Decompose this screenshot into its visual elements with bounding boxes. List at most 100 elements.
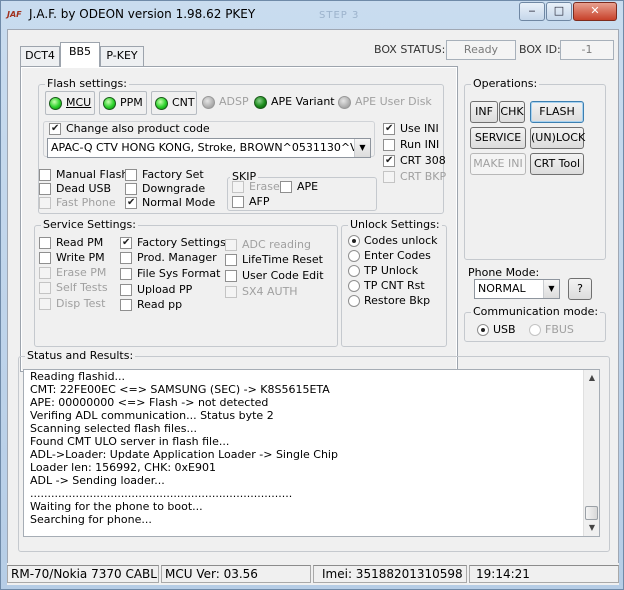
ape-variant-toggle[interactable]: APE Variant [251,91,335,115]
crt-308-checkbox[interactable]: CRT 308 [383,154,446,168]
cnt-toggle[interactable]: CNT [151,91,197,115]
tp-unlock-radio[interactable]: TP Unlock [348,264,418,278]
ppm-toggle[interactable]: PPM [99,91,147,115]
tab-dct4[interactable]: DCT4 [20,46,60,66]
adc-reading-checkbox[interactable]: ADC reading [225,238,311,252]
main-window: JAF J.A.F. by ODEON version 1.98.62 PKEY… [0,0,624,590]
lifetime-reset-box [225,254,237,266]
status-bar: RM-70/Nokia 7370 CABLI MCU Ver: 03.56 Im… [7,563,619,585]
restore-bkp-dot [348,295,360,307]
adsp-toggle[interactable]: ADSP [199,91,249,115]
fbus-radio[interactable]: FBUS [529,323,574,337]
downgrade-box [125,183,137,195]
crt-tool-button[interactable]: CRT Tool [530,153,584,175]
box-status-label: BOX STATUS: [374,43,446,56]
status-log-lines: Reading flashid... CMT: 22FE00EC <=> SAMS… [30,370,580,536]
manual-flash-checkbox[interactable]: Manual Flash [39,168,128,182]
log-line: APE: 00000000 <=> Flash -> not detected [30,396,269,409]
title-ghost-text: STEP 3 [319,10,360,21]
usb-dot [477,324,489,336]
product-code-value: APAC-Q CTV HONG KONG, Stroke, BROWN^0531… [51,141,371,154]
scroll-up-icon[interactable]: ▲ [584,370,600,386]
factory-settings-box [120,236,132,250]
read-pp-label: Read pp [137,298,183,311]
downgrade-checkbox[interactable]: Downgrade [125,182,205,196]
dead-usb-box [39,183,51,195]
unlock-button[interactable]: (UN)LOCK [530,127,585,149]
chevron-down-icon: ▼ [354,139,370,157]
service-settings-label: Service Settings: [41,218,138,231]
make-ini-button[interactable]: MAKE INI [470,153,526,175]
read-pm-checkbox[interactable]: Read PM [39,236,103,250]
tp-cnt-rst-radio[interactable]: TP CNT Rst [348,279,425,293]
manual-flash-box [39,169,51,181]
inf-button[interactable]: INF [470,101,498,123]
scroll-thumb[interactable] [585,506,598,520]
read-pp-checkbox[interactable]: Read pp [120,298,182,312]
change-product-code-label: Change also product code [66,122,210,135]
mcu-led-icon [49,97,62,110]
factory-set-checkbox[interactable]: Factory Set [125,168,204,182]
lifetime-reset-checkbox[interactable]: LifeTime Reset [225,253,323,267]
self-tests-checkbox[interactable]: Self Tests [39,281,108,295]
minimize-button[interactable]: ‒ [519,2,545,21]
product-code-select[interactable]: APAC-Q CTV HONG KONG, Stroke, BROWN^0531… [47,138,371,158]
maximize-button[interactable]: □ [546,2,572,21]
ape-variant-led-icon [254,96,267,109]
chk-button[interactable]: CHK [499,101,525,123]
box-id-label: BOX ID: [519,43,561,56]
close-button[interactable]: ✕ [573,2,617,21]
ape-user-disk-toggle[interactable]: APE User Disk [335,91,435,115]
flash-button[interactable]: FLASH [530,101,584,123]
run-ini-label: Run INI [400,138,440,151]
service-button[interactable]: SERVICE [470,127,526,149]
usb-radio[interactable]: USB [477,323,516,337]
ppm-label: PPM [120,96,143,109]
erase-pm-label: Erase PM [56,266,107,279]
dead-usb-checkbox[interactable]: Dead USB [39,182,111,196]
file-sys-format-checkbox[interactable]: File Sys Format [120,267,220,281]
enter-codes-radio[interactable]: Enter Codes [348,249,431,263]
adsp-label: ADSP [219,95,249,108]
codes-unlock-radio[interactable]: Codes unlock [348,234,438,248]
sx4-auth-checkbox[interactable]: SX4 AUTH [225,285,298,299]
tab-pkey[interactable]: P-KEY [100,46,144,66]
downgrade-label: Downgrade [142,182,206,195]
normal-mode-box [125,196,137,210]
log-line: ADL -> Sending loader... [30,474,165,487]
upload-pp-checkbox[interactable]: Upload PP [120,283,192,297]
change-product-code-checkbox[interactable]: Change also product code [49,122,210,136]
erase-pm-checkbox[interactable]: Erase PM [39,266,106,280]
run-ini-box [383,139,395,151]
user-code-edit-checkbox[interactable]: User Code Edit [225,269,324,283]
fast-phone-checkbox[interactable]: Fast Phone [39,196,116,210]
log-line: ADL->Loader: Update Application Loader -… [30,448,338,461]
phone-mode-select[interactable]: NORMAL ▼ [474,279,560,299]
restore-bkp-radio[interactable]: Restore Bkp [348,294,430,308]
skip-afp-box [232,196,244,208]
skip-ape-checkbox[interactable]: APE [280,180,318,194]
tp-unlock-label: TP Unlock [364,264,419,277]
phone-mode-help-button[interactable]: ? [568,278,592,300]
run-ini-checkbox[interactable]: Run INI [383,138,439,152]
tab-bb5[interactable]: BB5 [60,42,100,67]
skip-afp-checkbox[interactable]: AFP [232,195,270,209]
factory-settings-checkbox[interactable]: Factory Settings [120,236,226,250]
title-bar[interactable]: JAF J.A.F. by ODEON version 1.98.62 PKEY… [1,1,623,29]
log-scrollbar[interactable]: ▲ ▼ [583,370,599,536]
normal-mode-checkbox[interactable]: Normal Mode [125,196,215,210]
box-id-field: -1 [560,40,614,60]
skip-erase-checkbox[interactable]: Erase [232,180,280,194]
read-pm-label: Read PM [56,236,104,249]
status-log[interactable]: Reading flashid... CMT: 22FE00EC <=> SAMS… [23,369,600,537]
mcu-toggle[interactable]: MCU [45,91,95,115]
adsp-led-icon [202,96,215,109]
prod-manager-checkbox[interactable]: Prod. Manager [120,251,217,265]
enter-codes-dot [348,250,360,262]
use-ini-checkbox[interactable]: Use INI [383,122,439,136]
crt-bkp-checkbox[interactable]: CRT BKP [383,170,446,184]
write-pm-checkbox[interactable]: Write PM [39,251,105,265]
tp-cnt-rst-label: TP CNT Rst [364,279,425,292]
disp-test-checkbox[interactable]: Disp Test [39,297,105,311]
scroll-down-icon[interactable]: ▼ [584,520,600,536]
